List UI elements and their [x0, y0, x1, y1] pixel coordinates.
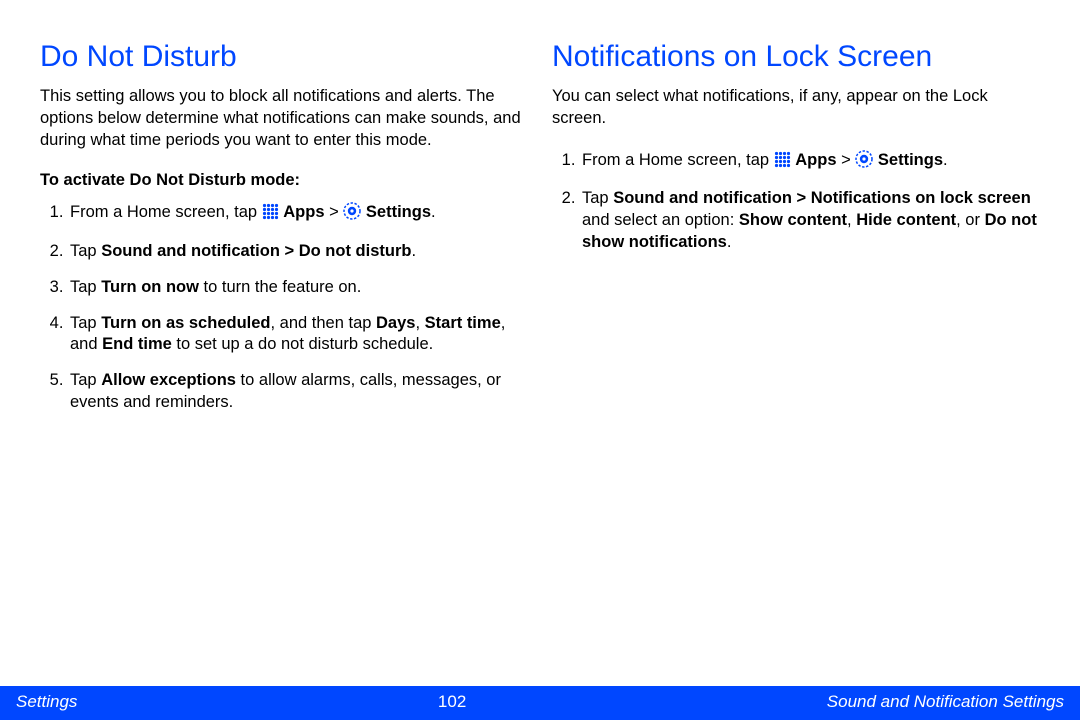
apps-icon: [262, 203, 279, 227]
intro-lock: You can select what notifications, if an…: [552, 86, 1040, 130]
apps-icon: [774, 151, 791, 175]
step-1: From a Home screen, tap Apps > Settings.: [68, 202, 528, 227]
steps-lock: From a Home screen, tap Apps > Settings.…: [552, 150, 1040, 254]
intro-dnd: This setting allows you to block all not…: [40, 86, 528, 151]
page-number: 102: [438, 692, 466, 712]
settings-icon: [343, 202, 361, 227]
left-column: Do Not Disturb This setting allows you t…: [40, 40, 528, 666]
step-5: Tap Allow exceptions to allow alarms, ca…: [68, 370, 528, 414]
step-2: Tap Sound and notification > Do not dist…: [68, 241, 528, 263]
heading-dnd: Do Not Disturb: [40, 40, 528, 74]
page-body: Do Not Disturb This setting allows you t…: [0, 0, 1080, 686]
step-3: Tap Turn on now to turn the feature on.: [68, 277, 528, 299]
footer-right: Sound and Notification Settings: [827, 692, 1064, 712]
subheading-dnd: To activate Do Not Disturb mode:: [40, 171, 528, 190]
step-1: From a Home screen, tap Apps > Settings.: [580, 150, 1040, 175]
step-4: Tap Turn on as scheduled, and then tap D…: [68, 313, 528, 357]
step-2: Tap Sound and notification > Notificatio…: [580, 188, 1040, 253]
settings-icon: [855, 150, 873, 175]
page-footer: Settings 102 Sound and Notification Sett…: [0, 686, 1080, 720]
steps-dnd: From a Home screen, tap Apps > Settings.…: [40, 202, 528, 413]
heading-lock: Notifications on Lock Screen: [552, 40, 1040, 74]
footer-left: Settings: [16, 692, 77, 712]
right-column: Notifications on Lock Screen You can sel…: [552, 40, 1040, 666]
